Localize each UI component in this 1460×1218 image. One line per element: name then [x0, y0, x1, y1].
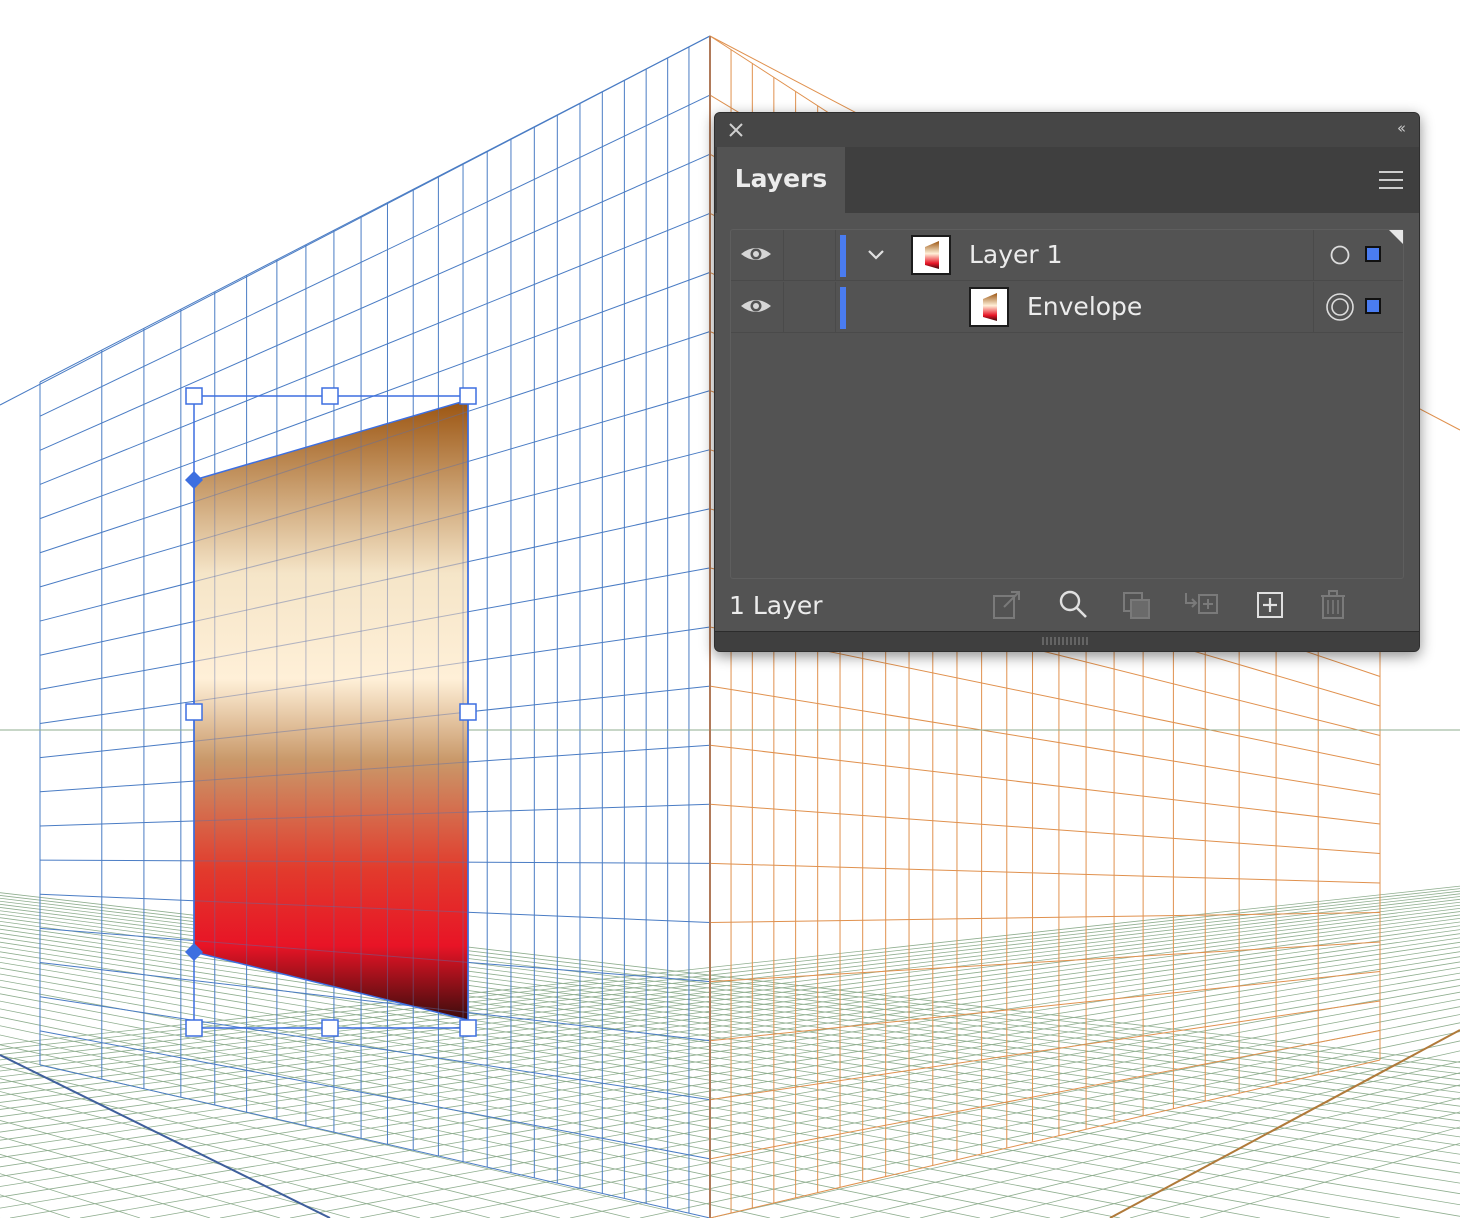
column-divider — [1313, 282, 1314, 332]
eye-icon[interactable] — [739, 294, 773, 318]
hamburger-menu-icon[interactable] — [1377, 169, 1405, 191]
selection-handle[interactable] — [185, 703, 203, 721]
column-divider — [1313, 230, 1314, 280]
selection-handle[interactable] — [185, 1019, 203, 1037]
floor-grid-line — [429, 1014, 1460, 1218]
selection-handle[interactable] — [459, 703, 477, 721]
clipping-mask-icon[interactable] — [1119, 587, 1155, 623]
selection-handle[interactable] — [459, 387, 477, 405]
floor-grid-line — [1059, 1111, 1460, 1218]
layer-color-indicator — [840, 235, 846, 277]
chevron-down-icon[interactable] — [865, 244, 887, 266]
panel-tabbar: Layers — [715, 147, 1419, 213]
floor-grid-line — [569, 1031, 1460, 1218]
selection-handle[interactable] — [459, 1019, 477, 1037]
export-icon[interactable] — [989, 587, 1025, 623]
column-divider — [835, 230, 836, 280]
selection-handle[interactable] — [321, 387, 339, 405]
left-grid-horizontal — [39, 153, 711, 451]
left-grid-extension — [0, 35, 711, 406]
right-grid-horizontal — [709, 1059, 1381, 1218]
floor-grid-line — [989, 1097, 1460, 1218]
selection-indicator[interactable] — [1365, 246, 1381, 262]
selection-handle[interactable] — [321, 1019, 339, 1037]
panel-footer: 1 Layer — [715, 583, 1419, 633]
move-to-layer-icon[interactable] — [1183, 587, 1219, 623]
panel-resize-handle[interactable] — [715, 631, 1419, 651]
selection-indicator[interactable] — [1365, 298, 1381, 314]
layer-row-envelope[interactable]: Envelope — [731, 282, 1403, 333]
grip-icon[interactable] — [1041, 636, 1091, 646]
close-icon[interactable] — [725, 119, 747, 141]
column-divider — [835, 282, 836, 332]
trash-icon[interactable] — [1315, 587, 1351, 623]
envelope-thumbnail — [969, 287, 1009, 327]
layer-thumbnail — [911, 235, 951, 275]
panel-titlebar[interactable]: ‹‹ — [715, 113, 1419, 147]
target-circle-icon[interactable] — [1325, 240, 1355, 270]
layer-count: 1 Layer — [729, 591, 823, 620]
layer-color-indicator — [840, 287, 846, 329]
column-divider — [783, 230, 784, 280]
floor-grid-line — [849, 1072, 1460, 1218]
eye-icon[interactable] — [739, 242, 773, 266]
left-grid-horizontal — [39, 1064, 711, 1218]
envelope-object[interactable] — [40, 36, 710, 1218]
column-divider — [783, 282, 784, 332]
layer-name[interactable]: Layer 1 — [969, 240, 1063, 269]
tab-layers[interactable]: Layers — [717, 147, 845, 213]
search-icon[interactable] — [1055, 587, 1091, 623]
collapse-panel-icon[interactable]: ‹‹ — [1397, 119, 1406, 137]
object-name[interactable]: Envelope — [1027, 292, 1142, 321]
floor-grid-line — [1129, 1126, 1460, 1218]
right-grid-horizontal — [709, 685, 1381, 795]
left-grid-horizontal — [39, 1030, 711, 1160]
right-grid-horizontal — [709, 862, 1381, 884]
layers-list: Layer 1 Envelope — [730, 229, 1404, 579]
left-grid-horizontal — [39, 94, 711, 417]
selection-handle[interactable] — [185, 387, 203, 405]
layers-panel: ‹‹ Layers Layer 1 Envelope 1 Layer — [714, 112, 1420, 652]
right-grid-horizontal — [709, 1030, 1381, 1160]
layer-row-layer-1[interactable]: Layer 1 — [731, 230, 1403, 281]
new-layer-icon[interactable] — [1253, 587, 1289, 623]
target-double-circle-icon[interactable] — [1325, 292, 1355, 322]
